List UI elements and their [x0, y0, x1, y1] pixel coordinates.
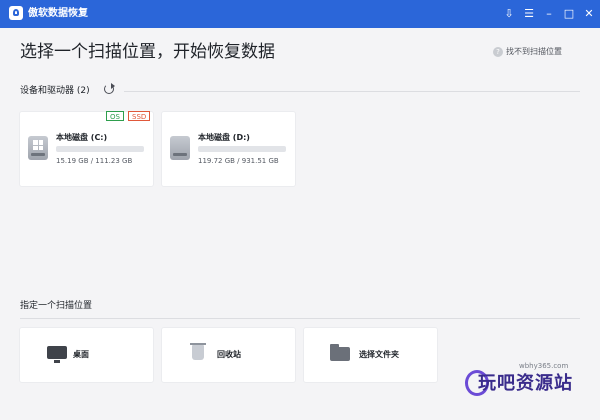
divider: [20, 318, 580, 319]
maximize-icon[interactable]: □: [560, 5, 578, 23]
os-tag: OS: [106, 111, 124, 121]
help-link[interactable]: ? 找不到扫描位置: [493, 46, 562, 58]
drive-size: 119.72 GB / 931.51 GB: [198, 157, 279, 165]
folder-icon: [330, 344, 350, 361]
recycle-bin-card[interactable]: 回收站: [162, 328, 295, 382]
drive-card-c[interactable]: OS SSD 本地磁盘 (C:) 15.19 GB / 111.23 GB: [20, 111, 153, 186]
page-title: 选择一个扫描位置，开始恢复数据: [20, 42, 275, 62]
minimize-icon[interactable]: –: [540, 5, 558, 23]
windows-disk-icon: [28, 136, 48, 160]
ssd-tag: SSD: [128, 111, 151, 121]
location-label: 桌面: [73, 350, 89, 359]
usage-bar: [56, 146, 144, 152]
app-logo-icon: [9, 6, 23, 20]
location-label: 回收站: [217, 350, 241, 359]
desktop-card[interactable]: 桌面: [20, 328, 153, 382]
drive-card-d[interactable]: 本地磁盘 (D:) 119.72 GB / 931.51 GB: [162, 112, 295, 186]
tray-icon[interactable]: ⇩: [500, 5, 518, 23]
drive-name: 本地磁盘 (D:): [198, 133, 250, 142]
watermark-brand: 玩吧资源站: [478, 373, 573, 394]
question-icon: ?: [493, 46, 503, 57]
drive-size: 15.19 GB / 111.23 GB: [56, 157, 133, 165]
usage-bar: [198, 146, 286, 152]
location-label: 选择文件夹: [359, 350, 399, 359]
disk-icon: [170, 136, 190, 160]
choose-folder-card[interactable]: 选择文件夹: [304, 328, 437, 382]
app-title: 傲软数据恢复: [28, 8, 88, 19]
locations-section-title: 指定一个扫描位置: [20, 301, 93, 311]
close-icon[interactable]: ✕: [580, 5, 598, 23]
help-link-label: 找不到扫描位置: [506, 47, 562, 56]
refresh-icon[interactable]: [104, 83, 115, 94]
divider: [124, 91, 580, 92]
monitor-icon: [47, 346, 67, 363]
menu-icon[interactable]: ☰: [520, 5, 538, 23]
recycle-bin-icon: [190, 343, 206, 360]
drive-name: 本地磁盘 (C:): [56, 133, 108, 142]
title-bar: 傲软数据恢复 ⇩ ☰ – □ ✕: [0, 0, 600, 28]
devices-section-title: 设备和驱动器 (2): [20, 86, 90, 96]
watermark-url: wbhy365.com: [519, 362, 569, 370]
